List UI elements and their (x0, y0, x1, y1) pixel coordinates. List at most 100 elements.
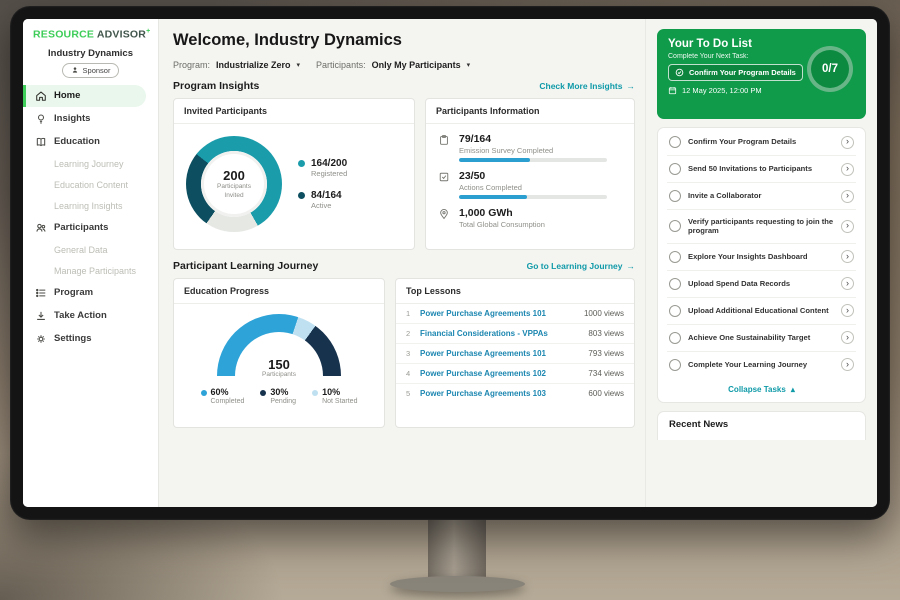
program-insights-header: Program Insights Check More Insights → (173, 80, 635, 92)
sidebar-item-label: Program (54, 287, 93, 298)
stat-value: 79/164 (459, 133, 607, 145)
task-checkbox[interactable] (669, 332, 681, 344)
chevron-right-icon[interactable]: › (841, 163, 854, 176)
stat-label: Total Global Consumption (459, 220, 545, 229)
lesson-link[interactable]: Financial Considerations - VPPAs (420, 329, 581, 338)
sidebar-item-label: Participants (54, 222, 108, 233)
lesson-row: 3 Power Purchase Agreements 101 793 view… (396, 344, 634, 364)
task-label: Achieve One Sustainability Target (688, 333, 834, 343)
sidebar-item-program[interactable]: Program (23, 282, 158, 304)
lesson-link[interactable]: Power Purchase Agreements 103 (420, 389, 581, 398)
insights-cards-row: Invited Participants 200 Participants In… (173, 98, 635, 250)
task-label: Complete Your Learning Journey (688, 360, 834, 370)
gauge-center-value: 150 (217, 358, 341, 371)
task-item[interactable]: Send 50 Invitations to Participants › (667, 156, 856, 183)
sidebar-item-insights[interactable]: Insights (23, 108, 158, 130)
check-more-insights-link[interactable]: Check More Insights → (539, 81, 635, 91)
sidebar-item-take-action[interactable]: Take Action (23, 305, 158, 327)
sidebar-item-label: Home (54, 90, 80, 101)
lesson-row: 1 Power Purchase Agreements 101 1000 vie… (396, 304, 634, 324)
task-item[interactable]: Upload Spend Data Records › (667, 271, 856, 298)
sidebar-item-home[interactable]: Home (23, 85, 146, 107)
legend-label: Not Started (322, 398, 357, 405)
card-title: Participants Information (426, 99, 634, 124)
lesson-link[interactable]: Power Purchase Agreements 101 (420, 309, 577, 318)
lesson-link[interactable]: Power Purchase Agreements 101 (420, 349, 581, 358)
download-icon (35, 310, 47, 322)
chevron-right-icon[interactable]: › (841, 220, 854, 233)
monitor-stand-neck (428, 518, 486, 580)
task-checkbox[interactable] (669, 305, 681, 317)
lesson-views: 1000 views (584, 309, 624, 318)
sidebar-item-settings[interactable]: Settings (23, 328, 158, 350)
sidebar-item-education-content[interactable]: Education Content (23, 175, 158, 195)
task-checkbox[interactable] (669, 251, 681, 263)
chevron-down-icon[interactable]: ▾ (297, 61, 301, 69)
chevron-right-icon[interactable]: › (841, 331, 854, 344)
program-filter-value[interactable]: Industrialize Zero (216, 60, 291, 70)
program-filter-label: Program: (173, 60, 210, 70)
list-icon (35, 287, 47, 299)
check-circle-icon (675, 68, 684, 77)
legend-item: 84/164 Active (298, 190, 347, 210)
lesson-link[interactable]: Power Purchase Agreements 102 (420, 369, 581, 378)
task-item[interactable]: Explore Your Insights Dashboard › (667, 244, 856, 271)
task-checkbox[interactable] (669, 163, 681, 175)
sidebar-item-manage-participants[interactable]: Manage Participants (23, 261, 158, 281)
sidebar-item-participants[interactable]: Participants (23, 217, 158, 239)
sidebar: RESOURCE ADVISOR+ Industry Dynamics Spon… (23, 19, 159, 507)
sidebar-item-education[interactable]: Education (23, 131, 158, 153)
chevron-right-icon[interactable]: › (841, 358, 854, 371)
task-checkbox[interactable] (669, 190, 681, 202)
legend-item: 60% Completed (201, 388, 245, 405)
go-to-learning-journey-link[interactable]: Go to Learning Journey → (527, 261, 635, 271)
task-label: Explore Your Insights Dashboard (688, 252, 834, 262)
sidebar-item-learning-journey[interactable]: Learning Journey (23, 154, 158, 174)
sidebar-item-label: Insights (54, 113, 90, 124)
task-item[interactable]: Verify participants requesting to join t… (667, 210, 856, 244)
sidebar-item-label: Education (54, 136, 100, 147)
task-item[interactable]: Complete Your Learning Journey › (667, 352, 856, 378)
sidebar-item-label: Education Content (54, 180, 128, 190)
education-gauge-chart: 150 Participants (217, 314, 341, 378)
stat-value: 1,000 GWh (459, 207, 545, 219)
chevron-up-icon: ▴ (791, 385, 795, 394)
chevron-down-icon[interactable]: ▾ (467, 61, 471, 69)
logo-plus: + (146, 28, 150, 35)
arrow-right-icon: → (627, 81, 636, 91)
task-checkbox[interactable] (669, 220, 681, 232)
logo-resource: RESOURCE (33, 29, 94, 41)
sidebar-item-learning-insights[interactable]: Learning Insights (23, 196, 158, 216)
chevron-right-icon[interactable]: › (841, 277, 854, 290)
task-label: Upload Additional Educational Content (688, 306, 834, 316)
arrow-right-icon: → (627, 261, 636, 271)
monitor-stand-base (390, 576, 525, 592)
chevron-right-icon[interactable]: › (841, 136, 854, 149)
task-item[interactable]: Upload Additional Educational Content › (667, 298, 856, 325)
participants-filter-value[interactable]: Only My Participants (372, 60, 461, 70)
chevron-right-icon[interactable]: › (841, 190, 854, 203)
task-checkbox[interactable] (669, 359, 681, 371)
sidebar-item-general-data[interactable]: General Data (23, 240, 158, 260)
task-list-card: Confirm Your Program Details › Send 50 I… (657, 127, 866, 403)
main-content: Welcome, Industry Dynamics Program: Indu… (159, 19, 645, 507)
task-item[interactable]: Invite a Collaborator › (667, 183, 856, 210)
learning-cards-row: Education Progress 150 Participants (173, 278, 635, 428)
dashboard-screen: RESOURCE ADVISOR+ Industry Dynamics Spon… (23, 19, 877, 507)
next-task-pill[interactable]: Confirm Your Program Details (668, 64, 803, 81)
sponsor-badge-label: Sponsor (83, 66, 111, 75)
task-item[interactable]: Achieve One Sustainability Target › (667, 325, 856, 352)
invited-participants-card: Invited Participants 200 Participants In… (173, 98, 415, 250)
chevron-right-icon[interactable]: › (841, 250, 854, 263)
lesson-row: 5 Power Purchase Agreements 103 600 view… (396, 384, 634, 403)
chevron-right-icon[interactable]: › (841, 304, 854, 317)
task-checkbox[interactable] (669, 278, 681, 290)
task-checkbox[interactable] (669, 136, 681, 148)
sidebar-nav: Home Insights Education (23, 85, 158, 350)
collapse-tasks-link[interactable]: Collapse Tasks ▴ (667, 378, 856, 402)
sponsor-badge[interactable]: Sponsor (62, 63, 120, 78)
task-label: Verify participants requesting to join t… (688, 217, 834, 237)
task-label: Confirm Your Program Details (688, 137, 834, 147)
participants-filter-label: Participants: (316, 60, 366, 70)
task-item[interactable]: Confirm Your Program Details › (667, 129, 856, 156)
